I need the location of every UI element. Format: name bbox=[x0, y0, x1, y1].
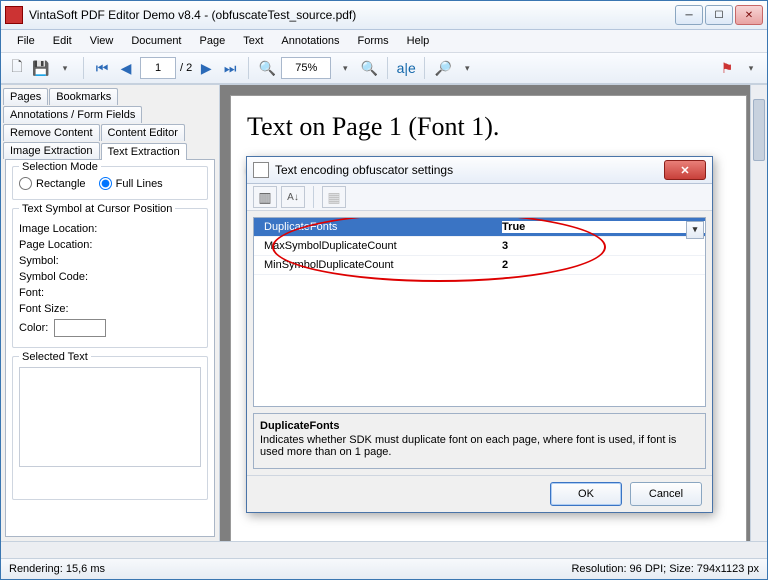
dialog-title: Text encoding obfuscator settings bbox=[275, 163, 664, 177]
find-icon[interactable]: 🔎 bbox=[433, 58, 453, 78]
dialog-close-button[interactable]: ✕ bbox=[664, 160, 706, 180]
property-grid[interactable]: DuplicateFonts True▾ MaxSymbolDuplicateC… bbox=[253, 217, 706, 407]
horizontal-scrollbar[interactable] bbox=[1, 541, 767, 558]
app-icon bbox=[5, 6, 23, 24]
page-location-label: Page Location: bbox=[19, 239, 201, 251]
ok-button[interactable]: OK bbox=[550, 482, 622, 506]
status-left: Rendering: 15,6 ms bbox=[9, 563, 105, 575]
dropdown-icon[interactable]: ▾ bbox=[686, 221, 704, 239]
main-window: VintaSoft PDF Editor Demo v8.4 - (obfusc… bbox=[0, 0, 768, 580]
radio-rectangle[interactable]: Rectangle bbox=[19, 177, 86, 190]
menu-document[interactable]: Document bbox=[123, 33, 189, 49]
tab-pages[interactable]: Pages bbox=[3, 88, 48, 105]
cancel-button[interactable]: Cancel bbox=[630, 482, 702, 506]
image-location-label: Image Location: bbox=[19, 223, 201, 235]
color-label: Color: bbox=[19, 319, 201, 337]
side-tabs: Pages Bookmarks Annotations / Form Field… bbox=[1, 85, 219, 159]
dropdown-icon[interactable]: ▾ bbox=[457, 58, 477, 78]
zoom-input[interactable] bbox=[281, 57, 331, 79]
status-right: Resolution: 96 DPI; Size: 794x1123 px bbox=[571, 563, 759, 575]
menu-help[interactable]: Help bbox=[399, 33, 438, 49]
cursor-group-label: Text Symbol at Cursor Position bbox=[19, 203, 175, 215]
dialog-toolbar: ▥ A↓ ▦ bbox=[247, 184, 712, 211]
vertical-scrollbar[interactable] bbox=[750, 85, 767, 541]
menu-text[interactable]: Text bbox=[235, 33, 271, 49]
font-size-label: Font Size: bbox=[19, 303, 201, 315]
zoom-in-icon[interactable]: 🔍 bbox=[359, 58, 379, 78]
tab-bookmarks[interactable]: Bookmarks bbox=[49, 88, 118, 105]
last-page-icon[interactable]: ⏭ bbox=[220, 58, 240, 78]
titlebar: VintaSoft PDF Editor Demo v8.4 - (obfusc… bbox=[1, 1, 767, 30]
selection-mode-label: Selection Mode bbox=[19, 161, 101, 173]
menu-view[interactable]: View bbox=[82, 33, 122, 49]
symbol-label: Symbol: bbox=[19, 255, 201, 267]
tab-text-extraction[interactable]: Text Extraction bbox=[101, 143, 187, 160]
page-total: / 2 bbox=[180, 62, 192, 74]
tab-annotations[interactable]: Annotations / Form Fields bbox=[3, 106, 142, 123]
obfuscator-settings-dialog: Text encoding obfuscator settings ✕ ▥ A↓… bbox=[246, 156, 713, 513]
next-page-icon[interactable]: ▶ bbox=[196, 58, 216, 78]
prop-row-minsymboldup[interactable]: MinSymbolDuplicateCount 2 bbox=[254, 256, 705, 275]
selected-text-label: Selected Text bbox=[19, 351, 91, 363]
categorize-icon[interactable]: ▥ bbox=[253, 186, 277, 208]
statusbar: Rendering: 15,6 ms Resolution: 96 DPI; S… bbox=[1, 558, 767, 579]
zoom-out-icon[interactable]: 🔍 bbox=[257, 58, 277, 78]
tool-icon[interactable]: ⚑ bbox=[717, 58, 737, 78]
dropdown-icon[interactable]: ▾ bbox=[55, 58, 75, 78]
selected-text-area[interactable] bbox=[19, 367, 201, 467]
menubar: File Edit View Document Page Text Annota… bbox=[1, 30, 767, 53]
menu-edit[interactable]: Edit bbox=[45, 33, 80, 49]
color-swatch bbox=[54, 319, 106, 337]
minimize-button[interactable]: ─ bbox=[675, 5, 703, 25]
scroll-thumb[interactable] bbox=[753, 99, 765, 161]
prop-row-maxsymboldup[interactable]: MaxSymbolDuplicateCount 3 bbox=[254, 237, 705, 256]
first-page-icon[interactable]: ⏮ bbox=[92, 58, 112, 78]
prop-row-duplicatefonts[interactable]: DuplicateFonts True▾ bbox=[254, 218, 705, 237]
tab-content-editor[interactable]: Content Editor bbox=[101, 124, 185, 141]
save-icon[interactable]: 💾 bbox=[31, 58, 51, 78]
side-content: Selection Mode Rectangle Full Lines Text… bbox=[5, 159, 215, 537]
dialog-buttons: OK Cancel bbox=[247, 475, 712, 512]
prev-page-icon[interactable]: ◀ bbox=[116, 58, 136, 78]
sort-icon[interactable]: A↓ bbox=[281, 186, 305, 208]
dialog-titlebar: Text encoding obfuscator settings ✕ bbox=[247, 157, 712, 184]
tab-image-extraction[interactable]: Image Extraction bbox=[3, 142, 100, 159]
page-input[interactable] bbox=[140, 57, 176, 79]
text-tool-icon[interactable]: a|e bbox=[396, 58, 416, 78]
dialog-icon bbox=[253, 162, 269, 178]
window-title: VintaSoft PDF Editor Demo v8.4 - (obfusc… bbox=[29, 8, 675, 22]
dropdown-icon[interactable]: ▾ bbox=[335, 58, 355, 78]
toolbar: 🗋 💾 ▾ ⏮ ◀ / 2 ▶ ⏭ 🔍 ▾ 🔍 a|e 🔎 ▾ ⚑ ▾ bbox=[1, 53, 767, 84]
description-box: DuplicateFonts Indicates whether SDK mus… bbox=[253, 413, 706, 469]
tab-remove-content[interactable]: Remove Content bbox=[3, 124, 100, 141]
grid-icon[interactable]: ▦ bbox=[322, 186, 346, 208]
desc-title: DuplicateFonts bbox=[260, 420, 699, 432]
font-label: Font: bbox=[19, 287, 201, 299]
menu-forms[interactable]: Forms bbox=[350, 33, 397, 49]
side-panel: Pages Bookmarks Annotations / Form Field… bbox=[1, 85, 220, 541]
dropdown-icon[interactable]: ▾ bbox=[741, 58, 761, 78]
page-text-1: Text on Page 1 (Font 1). bbox=[247, 112, 730, 142]
menu-annotations[interactable]: Annotations bbox=[273, 33, 347, 49]
new-icon[interactable]: 🗋 bbox=[7, 58, 27, 78]
radio-full-lines[interactable]: Full Lines bbox=[99, 177, 163, 190]
desc-body: Indicates whether SDK must duplicate fon… bbox=[260, 434, 676, 458]
symbol-code-label: Symbol Code: bbox=[19, 271, 201, 283]
maximize-button[interactable]: ☐ bbox=[705, 5, 733, 25]
menu-file[interactable]: File bbox=[9, 33, 43, 49]
menu-page[interactable]: Page bbox=[192, 33, 234, 49]
close-button[interactable]: ✕ bbox=[735, 5, 763, 25]
